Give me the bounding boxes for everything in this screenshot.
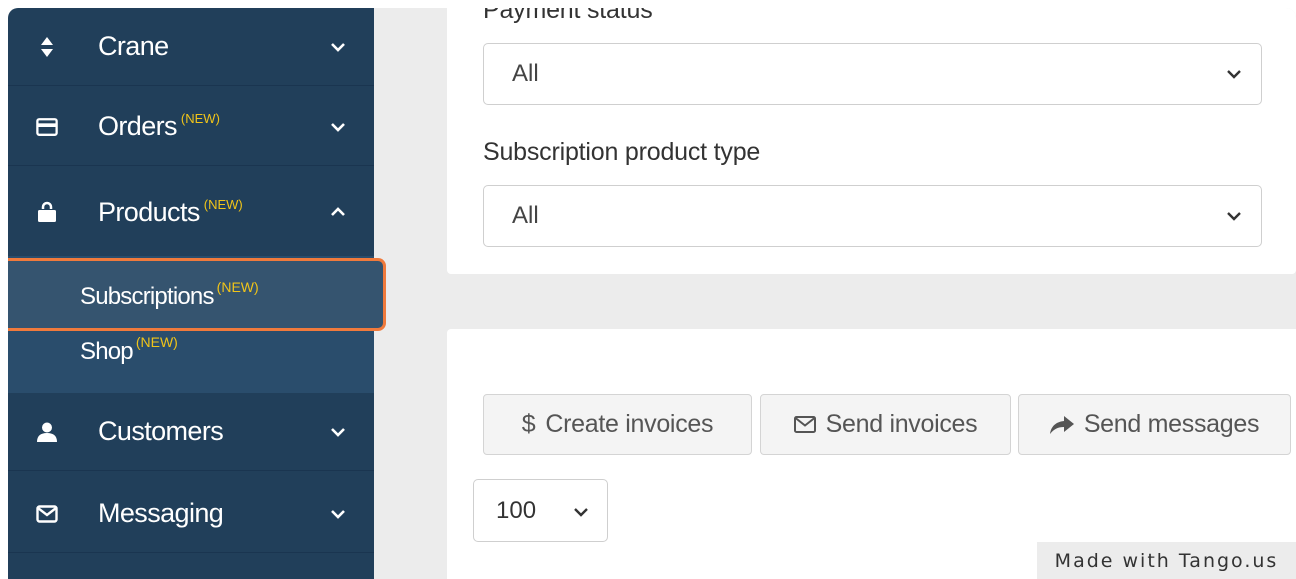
envelope-icon	[36, 503, 58, 525]
chevron-down-icon	[331, 122, 345, 132]
app-window: Crane Orders (NEW) Products (NEW) Subscrip…	[8, 8, 1296, 579]
chevron-down-icon	[1227, 212, 1241, 221]
sidebar-item-products[interactable]: Products (NEW)	[8, 173, 374, 251]
payment-status-select[interactable]: All	[483, 43, 1262, 105]
submenu-item-shop[interactable]: Shop (NEW)	[8, 325, 374, 375]
send-messages-button[interactable]: Send messages	[1018, 394, 1291, 455]
payment-status-label: Payment status	[483, 8, 653, 24]
new-badge: (NEW)	[180, 111, 220, 126]
sidebar-item-messaging[interactable]: Messaging	[8, 475, 374, 553]
product-type-label: Subscription product type	[483, 138, 761, 166]
chevron-down-icon	[331, 509, 345, 519]
filters-card: Payment status All Subscription product …	[447, 8, 1296, 274]
sidebar-item-label: Crane	[98, 31, 169, 61]
user-icon	[36, 421, 58, 443]
shopping-bag-icon	[36, 201, 58, 223]
envelope-icon	[793, 416, 816, 433]
chevron-up-icon	[331, 207, 345, 216]
page-size-value: 100	[496, 497, 537, 524]
chevron-down-icon	[574, 508, 588, 517]
product-type-value: All	[512, 202, 539, 229]
sidebar: Crane Orders (NEW) Products (NEW) Subscrip…	[8, 8, 386, 579]
sort-icon	[36, 36, 58, 58]
submenu-item-label: Shop (NEW)	[80, 334, 178, 365]
share-arrow-icon	[1049, 415, 1074, 434]
sidebar-item-label: Messaging	[98, 498, 224, 528]
sidebar-item-crane[interactable]: Crane	[8, 8, 374, 86]
page-size-select[interactable]: 100	[473, 479, 608, 542]
sidebar-item-label: Orders (NEW)	[98, 111, 220, 141]
sidebar-item-orders[interactable]: Orders (NEW)	[8, 88, 374, 166]
chevron-down-icon	[1227, 70, 1241, 79]
sidebar-item-label: Products (NEW)	[98, 196, 243, 227]
submenu-item-label: Subscriptions (NEW)	[80, 278, 259, 310]
sidebar-item-customers[interactable]: Customers	[8, 393, 374, 471]
credit-card-icon	[36, 116, 58, 138]
chevron-down-icon	[331, 42, 345, 52]
tango-watermark: Made with Tango.us	[1037, 542, 1296, 579]
new-badge: (NEW)	[203, 196, 243, 212]
dollar-icon: $	[521, 410, 536, 438]
new-badge: (NEW)	[216, 278, 259, 295]
create-invoices-button[interactable]: $ Create invoices	[483, 394, 752, 455]
sidebar-item-label: Customers	[98, 416, 224, 446]
product-type-select[interactable]: All	[483, 185, 1262, 247]
new-badge: (NEW)	[135, 334, 178, 350]
send-invoices-button[interactable]: Send invoices	[760, 394, 1011, 455]
submenu-item-subscriptions[interactable]: Subscriptions (NEW)	[8, 258, 386, 331]
payment-status-value: All	[512, 60, 539, 87]
chevron-down-icon	[331, 427, 345, 437]
